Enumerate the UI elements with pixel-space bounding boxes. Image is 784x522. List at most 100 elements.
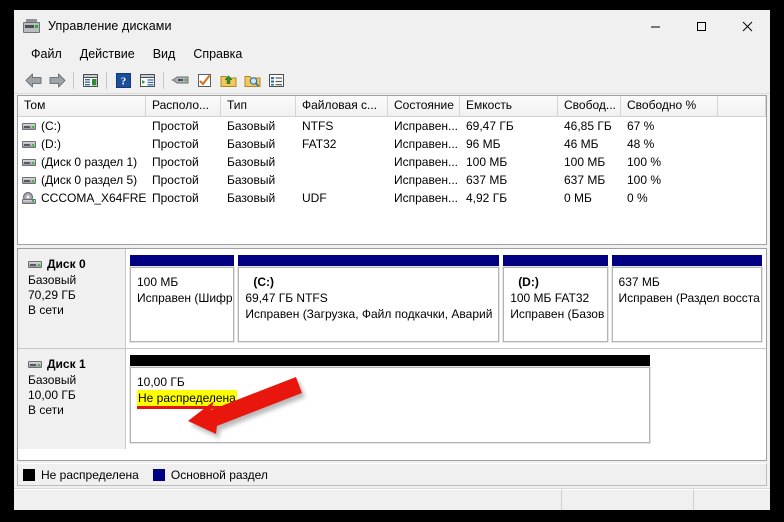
unallocated-highlight: Не распределена [137,390,237,409]
volume-name: (C:) [41,119,61,133]
disk-1-info[interactable]: Диск 1 Базовый 10,00 ГБ В сети [18,349,126,449]
volume-free-pct: 100 % [627,173,662,187]
disk0-part-1[interactable]: 100 МБ Исправен (Шифр [128,255,236,343]
disk0-part-d[interactable]: (D:) 100 МБ FAT32 Исправен (Базов [502,255,609,343]
help-icon[interactable]: ? [111,69,135,92]
partition-label: (D:) [518,275,539,289]
disk0-part-c[interactable]: (C:) 69,47 ГБ NTFS Исправен (Загрузка, Ф… [237,255,501,343]
show-tree-icon[interactable] [78,69,102,92]
minimize-button[interactable] [632,10,678,42]
explore-icon[interactable] [240,69,264,92]
drive-icon[interactable] [168,69,192,92]
disk0-part-recovery[interactable]: 637 МБ Исправен (Раздел восста [610,255,764,343]
toolbar-separator [73,71,74,89]
partition-details: 10,00 ГБ Не распределена [129,366,651,444]
hard-drive-icon [22,176,36,185]
toolbar-separator [106,71,107,89]
column-header-spacer[interactable] [718,96,766,116]
partition-details: 100 МБ Исправен (Шифр [128,266,236,343]
volume-capacity: 637 МБ [466,173,508,187]
volume-name-cell: (C:) [18,119,146,133]
volume-filesystem: NTFS [302,119,334,133]
column-header-free-pct[interactable]: Свободно % [621,96,718,116]
disk1-unallocated[interactable]: 10,00 ГБ Не распределена [129,355,651,444]
menu-file[interactable]: Файл [22,44,71,65]
properties-list-icon[interactable] [135,69,159,92]
column-header-volume[interactable]: Том [18,96,146,116]
menu-help[interactable]: Справка [184,44,251,65]
table-row[interactable]: (D:) Простой Базовый FAT32 Исправен... 9… [18,135,766,153]
forward-icon[interactable] [45,69,69,92]
details-icon[interactable] [264,69,288,92]
maximize-button[interactable] [678,10,724,42]
volume-name: CCCOMA_X64FRE... [41,191,146,205]
volume-free-pct: 48 % [627,137,655,151]
menu-view[interactable]: Вид [144,44,185,65]
title-bar: Управление дисками [14,10,770,42]
volume-capacity: 69,47 ГБ [466,119,514,133]
disk-1-size: 10,00 ГБ [28,388,76,402]
new-volume-icon[interactable] [216,69,240,92]
back-icon[interactable] [21,69,45,92]
volume-type: Базовый [227,191,276,205]
disk-1-status: В сети [28,403,64,417]
legend-label: Основной раздел [170,467,268,482]
volume-name: (D:) [41,137,61,151]
menu-bar: Файл Действие Вид Справка [14,42,770,67]
table-row[interactable]: (C:) Простой Базовый NTFS Исправен... 69… [18,117,766,135]
partition-size: 69,47 ГБ NTFS [245,291,328,305]
status-pane-second [562,489,694,510]
volume-list-header: Том Располо... Тип Файловая с... Состоян… [18,96,766,117]
disk-1-title: Диск 1 [47,357,86,371]
volume-status: Исправен... [394,137,459,151]
volume-filesystem: FAT32 [302,137,337,151]
column-header-type[interactable]: Тип [221,96,296,116]
close-button[interactable] [724,10,770,42]
rescan-icon[interactable] [192,69,216,92]
disk-0-info[interactable]: Диск 0 Базовый 70,29 ГБ В сети [18,249,126,348]
column-header-status[interactable]: Состояние [388,96,460,116]
disk-management-icon [23,18,40,34]
partition-status-wrapper: Не распределена [137,390,644,409]
table-row[interactable]: (Диск 0 раздел 5) Простой Базовый Исправ… [18,171,766,189]
toolbar: ? [14,67,770,94]
partition-status: Исправен (Базов [510,307,605,321]
volume-layout: Простой [152,191,199,205]
partition-size: 637 МБ [618,275,660,289]
legend-primary-partition: Основной раздел [152,467,268,482]
volume-list-rows: (C:) Простой Базовый NTFS Исправен... 69… [18,117,766,244]
volume-free-pct: 67 % [627,119,655,133]
partition-details: (D:) 100 МБ FAT32 Исправен (Базов [502,266,609,343]
volume-free: 100 МБ [564,155,606,169]
window-controls [632,10,770,42]
partition-label: (C:) [253,275,274,289]
column-header-free[interactable]: Свобод... [558,96,621,116]
table-row[interactable]: (Диск 0 раздел 1) Простой Базовый Исправ… [18,153,766,171]
volume-free-pct: 0 % [627,191,648,205]
volume-free: 0 МБ [564,191,592,205]
hard-drive-icon [28,360,42,369]
graphical-view-pane: Диск 0 Базовый 70,29 ГБ В сети 100 МБ Ис… [17,248,767,461]
volume-list-pane: Том Располо... Тип Файловая с... Состоян… [17,95,767,245]
column-header-filesystem[interactable]: Файловая с... [296,96,388,116]
disk-1-type: Базовый [28,373,77,387]
menu-action[interactable]: Действие [71,44,144,65]
column-header-layout[interactable]: Располо... [146,96,221,116]
volume-layout: Простой [152,137,199,151]
legend-bar: Не распределена Основной раздел [17,463,767,486]
toolbar-separator [163,71,164,89]
cd-rom-icon [22,192,36,204]
table-row[interactable]: CCCOMA_X64FRE... Простой Базовый UDF Исп… [18,189,766,207]
legend-swatch-unallocated-icon [23,468,35,481]
legend-swatch-primary-icon [152,468,165,481]
partition-size: 100 МБ FAT32 [510,291,590,305]
disk-0-size: 70,29 ГБ [28,288,76,302]
hard-drive-icon [22,140,36,149]
status-pane-third [694,489,770,510]
partition-size: 100 МБ [137,275,179,289]
volume-free: 46,85 ГБ [564,119,612,133]
disk-0-title-row: Диск 0 [28,257,125,271]
partition-status: Исправен (Шифр [137,291,233,305]
volume-free: 637 МБ [564,173,606,187]
column-header-capacity[interactable]: Емкость [460,96,558,116]
